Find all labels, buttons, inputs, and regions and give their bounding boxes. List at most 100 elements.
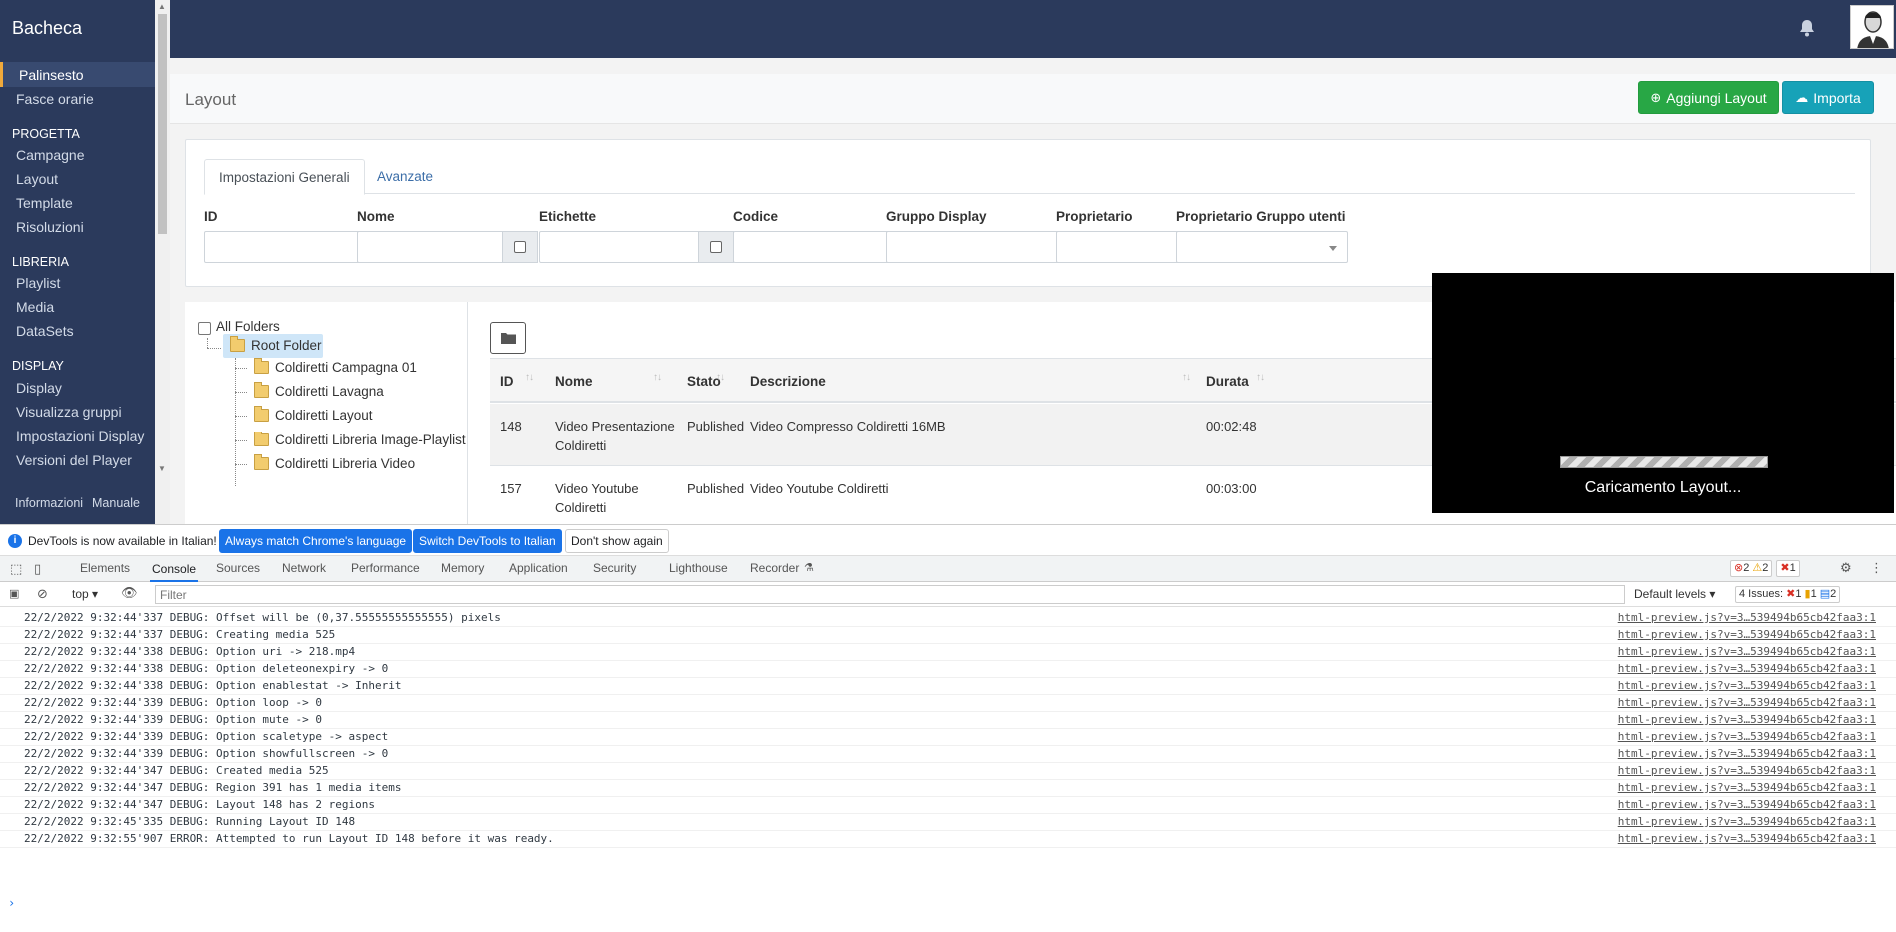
sidebar: Bacheca Palinsesto Fasce orarie PROGETTA…: [0, 0, 155, 524]
settings-gear-icon[interactable]: ⚙: [1840, 560, 1852, 576]
tab-avanzate[interactable]: Avanzate: [363, 159, 447, 195]
sidebar-item-palinsesto[interactable]: Palinsesto: [19, 67, 84, 83]
sidebar-item-playlist[interactable]: Playlist: [16, 275, 60, 291]
log-source-link[interactable]: html-preview.js?v=3…539494b65cb42faa3:1: [1618, 662, 1876, 675]
log-source-link[interactable]: html-preview.js?v=3…539494b65cb42faa3:1: [1618, 645, 1876, 658]
eye-icon[interactable]: 👁: [121, 585, 138, 601]
log-source-link[interactable]: html-preview.js?v=3…539494b65cb42faa3:1: [1618, 713, 1876, 726]
tab-console[interactable]: Console: [150, 556, 199, 582]
scrollbar-thumb[interactable]: [158, 14, 167, 234]
console-filter-input[interactable]: Filter: [155, 585, 1625, 604]
sidebar-item-versioni-player[interactable]: Versioni del Player: [16, 452, 132, 468]
col-durata[interactable]: Durata: [1206, 374, 1249, 389]
scroll-down-icon[interactable]: ▼: [158, 464, 166, 473]
cell-nome[interactable]: Video Presentazione Coldiretti: [555, 417, 680, 455]
sidebar-footer-manuale[interactable]: Manuale: [92, 496, 140, 510]
sidebar-toggle-icon[interactable]: ▣: [9, 587, 19, 600]
tab-performance[interactable]: Performance: [351, 561, 420, 575]
folder-item[interactable]: Coldiretti Libreria Image-Playlist: [254, 432, 467, 447]
etichette-logic-checkbox[interactable]: [698, 231, 734, 263]
sidebar-item-impostazioni-display[interactable]: Impostazioni Display: [16, 428, 144, 444]
sort-icon[interactable]: ↑↓: [1256, 372, 1265, 383]
log-source-link[interactable]: html-preview.js?v=3…539494b65cb42faa3:1: [1618, 696, 1876, 709]
sidebar-item-risoluzioni[interactable]: Risoluzioni: [16, 219, 84, 235]
log-levels-dropdown[interactable]: Default levels ▾: [1634, 587, 1715, 601]
folder-toggle-button[interactable]: [490, 322, 526, 354]
tab-impostazioni-generali[interactable]: Impostazioni Generali: [204, 159, 365, 195]
console-badges[interactable]: ⊗2 ⚠2 ✖1: [1730, 560, 1800, 577]
context-selector[interactable]: top ▾: [72, 587, 98, 601]
log-source-link[interactable]: html-preview.js?v=3…539494b65cb42faa3:1: [1618, 730, 1876, 743]
layout-preview-window[interactable]: Caricamento Layout...: [1432, 273, 1894, 513]
log-source-link[interactable]: html-preview.js?v=3…539494b65cb42faa3:1: [1618, 832, 1876, 845]
folder-item[interactable]: Coldiretti Libreria Video: [254, 454, 415, 471]
blocked-count-badge[interactable]: ✖1: [1776, 560, 1800, 577]
col-id[interactable]: ID: [500, 374, 514, 389]
log-source-link[interactable]: html-preview.js?v=3…539494b65cb42faa3:1: [1618, 815, 1876, 828]
folder-icon: [254, 454, 269, 470]
folder-item[interactable]: Coldiretti Lavagna: [254, 382, 384, 399]
tab-recorder[interactable]: Recorder: [750, 561, 799, 575]
col-descrizione[interactable]: Descrizione: [750, 374, 826, 389]
always-match-language-button[interactable]: Always match Chrome's language: [219, 529, 413, 553]
sidebar-item-media[interactable]: Media: [16, 299, 54, 315]
tab-network[interactable]: Network: [282, 561, 326, 575]
clear-console-icon[interactable]: ⊘: [37, 586, 48, 602]
log-message: 22/2/2022 9:32:44'338 DEBUG: Option enab…: [24, 679, 402, 692]
sort-icon[interactable]: ↑↓: [1182, 372, 1191, 383]
sidebar-item-template[interactable]: Template: [16, 195, 73, 211]
cell-nome[interactable]: Video Youtube Coldiretti: [555, 479, 660, 517]
device-toolbar-icon[interactable]: ▯: [34, 561, 41, 577]
error-count-badge[interactable]: ⊗2 ⚠2: [1730, 560, 1773, 577]
log-source-link[interactable]: html-preview.js?v=3…539494b65cb42faa3:1: [1618, 747, 1876, 760]
root-folder[interactable]: Root Folder: [230, 336, 322, 353]
sidebar-item-datasets[interactable]: DataSets: [16, 323, 74, 339]
sidebar-item-layout[interactable]: Layout: [16, 171, 58, 187]
proprietario-gruppo-select[interactable]: [1176, 231, 1348, 263]
log-source-link[interactable]: html-preview.js?v=3…539494b65cb42faa3:1: [1618, 628, 1876, 641]
sidebar-item-fasce-orarie[interactable]: Fasce orarie: [16, 91, 94, 107]
sidebar-item-visualizza-gruppi[interactable]: Visualizza gruppi: [16, 404, 122, 420]
log-source-link[interactable]: html-preview.js?v=3…539494b65cb42faa3:1: [1618, 611, 1876, 624]
sort-icon[interactable]: ↑↓: [525, 372, 534, 383]
folder-item[interactable]: Coldiretti Layout: [254, 406, 373, 423]
log-source-link[interactable]: html-preview.js?v=3…539494b65cb42faa3:1: [1618, 679, 1876, 692]
scroll-up-icon[interactable]: ▲: [158, 2, 166, 11]
bell-icon[interactable]: [1797, 18, 1817, 38]
col-nome[interactable]: Nome: [555, 374, 593, 389]
sidebar-footer-informazioni[interactable]: Informazioni: [15, 496, 83, 510]
log-message: 22/2/2022 9:32:44'347 DEBUG: Created med…: [24, 764, 329, 777]
log-source-link[interactable]: html-preview.js?v=3…539494b65cb42faa3:1: [1618, 764, 1876, 777]
nome-regex-checkbox[interactable]: [502, 231, 538, 263]
tab-memory[interactable]: Memory: [441, 561, 484, 575]
sidebar-item-display[interactable]: Display: [16, 380, 62, 396]
sidebar-item-campagne[interactable]: Campagne: [16, 147, 85, 163]
more-options-icon[interactable]: ⋮: [1870, 560, 1883, 576]
tab-application[interactable]: Application: [509, 561, 568, 575]
sidebar-scrollbar[interactable]: ▲ ▼: [155, 0, 170, 524]
tab-sources[interactable]: Sources: [216, 561, 260, 575]
brand-title[interactable]: Bacheca: [12, 18, 82, 39]
all-folders-label[interactable]: All Folders: [216, 319, 280, 334]
log-source-link[interactable]: html-preview.js?v=3…539494b65cb42faa3:1: [1618, 781, 1876, 794]
all-folders-checkbox[interactable]: [198, 322, 211, 335]
dont-show-again-button[interactable]: Don't show again: [565, 529, 669, 553]
inspect-icon[interactable]: ⬚: [10, 561, 22, 577]
add-layout-button[interactable]: ⊕ Aggiungi Layout: [1638, 81, 1779, 114]
switch-to-italian-button[interactable]: Switch DevTools to Italian: [413, 529, 562, 553]
console-prompt[interactable]: ›: [8, 896, 15, 910]
blocked-count: 1: [1789, 562, 1796, 574]
user-avatar[interactable]: [1850, 5, 1894, 49]
folder-item[interactable]: Coldiretti Campagna 01: [254, 358, 417, 375]
log-source-link[interactable]: html-preview.js?v=3…539494b65cb42faa3:1: [1618, 798, 1876, 811]
sort-icon[interactable]: ↑↓: [653, 372, 662, 383]
console-output[interactable]: 22/2/2022 9:32:44'337 DEBUG: Offset will…: [0, 607, 1896, 932]
tab-security[interactable]: Security: [593, 561, 636, 575]
tab-elements[interactable]: Elements: [80, 561, 130, 575]
import-button[interactable]: ☁ Importa: [1782, 81, 1874, 114]
sort-icon[interactable]: ↑↓: [716, 372, 725, 383]
proprietario-select[interactable]: [1056, 231, 1196, 263]
console-log-row: 22/2/2022 9:32:55'907 ERROR: Attempted t…: [0, 828, 1896, 848]
issues-button[interactable]: 4 Issues: ✖1 ▮1 ▤2: [1735, 586, 1841, 603]
tab-lighthouse[interactable]: Lighthouse: [669, 561, 728, 575]
